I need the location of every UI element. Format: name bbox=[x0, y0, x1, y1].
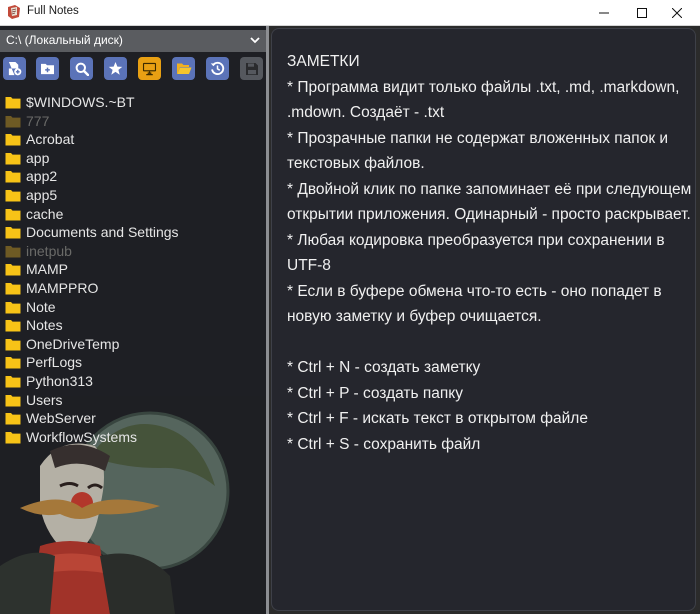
folder-label: OneDriveTemp bbox=[26, 335, 120, 352]
folder-item[interactable]: WorkflowSystems bbox=[0, 428, 266, 447]
folder-item[interactable]: 777 bbox=[0, 112, 266, 131]
monitor-icon bbox=[142, 62, 157, 75]
title-bar: Full Notes bbox=[0, 0, 700, 26]
folder-item[interactable]: Acrobat bbox=[0, 130, 266, 149]
folder-list: $WINDOWS.~BT 777 Acrobat app app2 app5 cache Do… bbox=[0, 93, 266, 446]
folder-label: app5 bbox=[26, 186, 58, 203]
folder-item[interactable]: Notes bbox=[0, 316, 266, 335]
folder-label: MAMPPRO bbox=[26, 279, 99, 296]
folder-item[interactable]: Documents and Settings bbox=[0, 223, 266, 242]
search-icon bbox=[75, 62, 89, 76]
desktop-button[interactable] bbox=[138, 57, 161, 80]
folder-icon bbox=[5, 171, 21, 183]
folder-item[interactable]: app bbox=[0, 149, 266, 168]
folder-icon bbox=[5, 189, 21, 202]
sidebar-toolbar bbox=[3, 57, 266, 81]
file-browser-pane: C:\ (Локальный диск) $WINDOWS.~BT 777 Ac… bbox=[0, 26, 266, 614]
minimize-icon bbox=[599, 12, 609, 13]
new-note-button[interactable] bbox=[3, 57, 26, 80]
folder-label: Documents and Settings bbox=[26, 224, 179, 241]
folder-icon bbox=[5, 134, 21, 146]
window-title: Full Notes bbox=[27, 5, 79, 17]
chevron-down-icon bbox=[250, 37, 260, 44]
folder-item[interactable]: OneDriveTemp bbox=[0, 335, 266, 354]
folder-item[interactable]: Python313 bbox=[0, 372, 266, 391]
folder-label: Users bbox=[26, 391, 63, 408]
folder-icon bbox=[5, 115, 21, 128]
folder-icon bbox=[5, 394, 21, 406]
folder-icon bbox=[5, 375, 21, 388]
folder-icon bbox=[5, 320, 21, 332]
note-text[interactable]: ЗАМЕТКИ * Программа видит только файлы .… bbox=[287, 49, 692, 457]
folder-icon bbox=[5, 357, 21, 369]
folder-label: 777 bbox=[26, 112, 50, 129]
app-logo-icon bbox=[8, 5, 20, 19]
close-button[interactable] bbox=[654, 0, 700, 25]
folder-item[interactable]: app5 bbox=[0, 186, 266, 205]
folder-icon bbox=[5, 245, 21, 258]
folder-label: Python313 bbox=[26, 372, 93, 389]
folder-label: PerfLogs bbox=[26, 354, 83, 371]
favorites-button[interactable] bbox=[104, 57, 127, 80]
open-folder-button[interactable] bbox=[172, 57, 195, 80]
editor-pane: ЗАМЕТКИ * Программа видит только файлы .… bbox=[269, 26, 700, 614]
folder-icon bbox=[5, 301, 21, 314]
folder-icon bbox=[5, 338, 21, 351]
folder-item[interactable]: Users bbox=[0, 391, 266, 410]
new-folder-button[interactable] bbox=[36, 57, 59, 80]
drive-select-value: C:\ (Локальный диск) bbox=[6, 33, 123, 47]
folder-label: app2 bbox=[26, 168, 58, 185]
folder-icon bbox=[5, 264, 21, 276]
folder-item[interactable]: cache bbox=[0, 205, 266, 224]
folder-label: WebServer bbox=[26, 410, 96, 427]
folder-item[interactable]: WebServer bbox=[0, 409, 266, 428]
folder-item[interactable]: PerfLogs bbox=[0, 353, 266, 372]
folder-label: Acrobat bbox=[26, 131, 75, 148]
history-icon bbox=[210, 61, 225, 76]
folder-icon bbox=[5, 152, 21, 165]
maximize-icon bbox=[637, 7, 647, 18]
folder-icon bbox=[5, 282, 21, 295]
folder-label: cache bbox=[26, 205, 64, 222]
folder-label: inetpub bbox=[26, 242, 72, 259]
folder-icon bbox=[5, 227, 21, 239]
folder-icon bbox=[5, 97, 21, 109]
new-note-icon bbox=[8, 61, 22, 76]
close-icon bbox=[672, 7, 682, 18]
folder-label: Notes bbox=[26, 317, 63, 334]
folder-icon bbox=[5, 413, 21, 425]
save-icon bbox=[245, 62, 258, 75]
folder-item[interactable]: app2 bbox=[0, 167, 266, 186]
folder-item[interactable]: MAMP bbox=[0, 260, 266, 279]
folder-item[interactable]: Note bbox=[0, 298, 266, 317]
drive-select[interactable]: C:\ (Локальный диск) bbox=[0, 30, 266, 52]
folder-item[interactable]: inetpub bbox=[0, 242, 266, 261]
open-folder-icon bbox=[176, 63, 191, 74]
folder-label: WorkflowSystems bbox=[26, 428, 137, 445]
folder-label: MAMP bbox=[26, 261, 68, 278]
folder-item[interactable]: $WINDOWS.~BT bbox=[0, 93, 266, 112]
folder-icon bbox=[5, 431, 21, 444]
folder-item[interactable]: MAMPPRO bbox=[0, 279, 266, 298]
search-button[interactable] bbox=[70, 57, 93, 80]
history-button[interactable] bbox=[206, 57, 229, 80]
note-editor[interactable]: ЗАМЕТКИ * Программа видит только файлы .… bbox=[271, 28, 696, 611]
new-folder-icon bbox=[41, 63, 54, 75]
star-icon bbox=[108, 61, 123, 75]
folder-label: $WINDOWS.~BT bbox=[26, 94, 135, 110]
folder-label: Note bbox=[26, 298, 56, 315]
folder-label: app bbox=[26, 149, 50, 166]
folder-icon bbox=[5, 208, 21, 221]
save-button[interactable] bbox=[240, 57, 263, 80]
